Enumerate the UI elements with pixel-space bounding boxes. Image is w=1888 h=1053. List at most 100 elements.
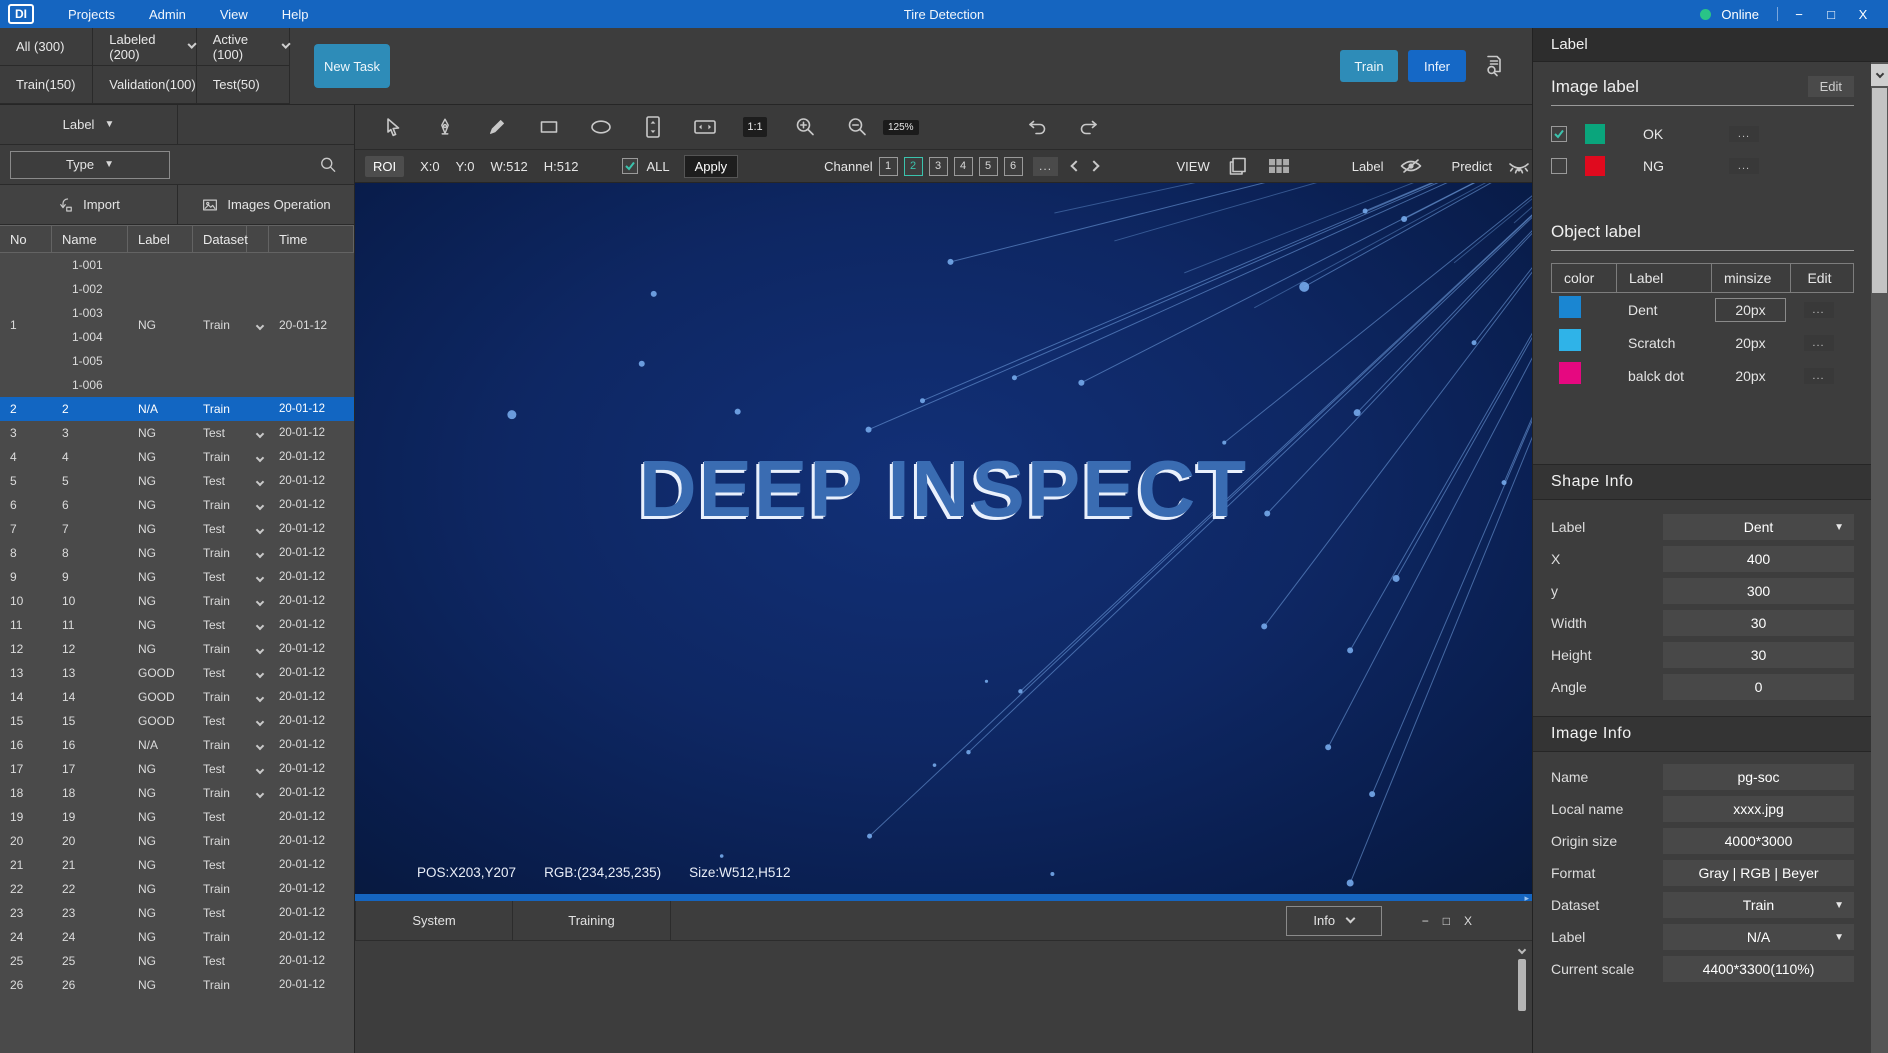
field-dropdown[interactable]: N/A ▼ — [1663, 924, 1854, 950]
fit-horizontal-icon[interactable] — [691, 113, 719, 141]
table-row[interactable]: 26 26 NG Train 20-01-12 — [0, 973, 354, 997]
table-row[interactable]: 18 18 NG Train 20-01-12 — [0, 781, 354, 805]
panel-close-button[interactable]: X — [1464, 914, 1472, 928]
table-row[interactable]: 20 20 NG Train 20-01-12 — [0, 829, 354, 853]
chevron-down-icon[interactable] — [255, 453, 265, 463]
chevron-down-icon[interactable] — [255, 429, 265, 439]
search-input[interactable] — [170, 145, 354, 184]
image-label-edit-button[interactable]: Edit — [1807, 76, 1854, 97]
group-name-item[interactable]: 1-006 — [62, 373, 128, 397]
image-label-checkbox[interactable] — [1551, 158, 1567, 174]
chevron-down-icon[interactable] — [255, 717, 265, 727]
canvas-horizontal-scrollbar[interactable]: ▸ — [355, 893, 1532, 903]
filter-labeled-200-[interactable]: Labeled (200) — [93, 28, 198, 66]
chevron-down-icon[interactable] — [255, 789, 265, 799]
train-button[interactable]: Train — [1340, 50, 1398, 82]
table-row[interactable]: 15 15 GOOD Test 20-01-12 — [0, 709, 354, 733]
chevron-down-icon[interactable] — [255, 765, 265, 775]
import-button[interactable]: Import — [0, 185, 178, 224]
more-options-button[interactable]: ... — [1803, 367, 1834, 384]
menu-view[interactable]: View — [220, 7, 248, 22]
tab-system[interactable]: System — [355, 901, 513, 940]
scrollbar-down-button[interactable] — [1871, 64, 1888, 86]
chevron-down-icon[interactable] — [255, 693, 265, 703]
group-name-item[interactable]: 1-005 — [62, 349, 128, 373]
channel-button-5[interactable]: 5 — [978, 156, 998, 176]
table-row[interactable]: 23 23 NG Test 20-01-12 — [0, 901, 354, 925]
group-name-item[interactable]: 1-001 — [62, 253, 128, 277]
filter-all-300-[interactable]: All (300) — [0, 28, 94, 66]
field-value[interactable]: 4000*3000 — [1663, 828, 1854, 854]
tab-training[interactable]: Training — [513, 901, 671, 940]
chevron-down-icon[interactable] — [255, 321, 265, 331]
channel-button-2[interactable]: 2 — [903, 156, 923, 176]
table-row[interactable]: 14 14 GOOD Train 20-01-12 — [0, 685, 354, 709]
pencil-icon[interactable] — [483, 113, 511, 141]
table-row[interactable]: 19 19 NG Test 20-01-12 — [0, 805, 354, 829]
grid-view-icon[interactable] — [1266, 155, 1292, 177]
cursor-icon[interactable] — [379, 113, 407, 141]
chevron-down-icon[interactable] — [255, 573, 265, 583]
menu-projects[interactable]: Projects — [68, 7, 115, 22]
image-label-checkbox[interactable] — [1551, 126, 1567, 142]
field-value[interactable]: 300 — [1663, 578, 1854, 604]
table-row[interactable]: 6 6 NG Train 20-01-12 — [0, 493, 354, 517]
field-value[interactable]: 4400*3300(110%) — [1663, 956, 1854, 982]
filter-active-100-[interactable]: Active (100) — [196, 28, 291, 66]
ellipse-icon[interactable] — [587, 113, 615, 141]
group-name-item[interactable]: 1-002 — [62, 277, 128, 301]
inspect-report-icon[interactable] — [1482, 53, 1506, 79]
minsize-input[interactable]: 20px — [1715, 297, 1786, 322]
more-options-button[interactable]: ... — [1803, 301, 1834, 318]
table-row[interactable]: 12 12 NG Train 20-01-12 — [0, 637, 354, 661]
table-row[interactable]: 11 11 NG Test 20-01-12 — [0, 613, 354, 637]
table-row[interactable]: 17 17 NG Test 20-01-12 — [0, 757, 354, 781]
zoom-out-icon[interactable] — [843, 113, 871, 141]
field-dropdown[interactable]: Train ▼ — [1663, 892, 1854, 918]
more-options-button[interactable]: ... — [1729, 158, 1759, 174]
object-label-row[interactable]: Dent 20px... — [1551, 293, 1854, 326]
minimize-button[interactable]: − — [1788, 7, 1810, 22]
table-row[interactable]: 22 22 NG Train 20-01-12 — [0, 877, 354, 901]
search-icon[interactable] — [318, 155, 338, 175]
channel-button-1[interactable]: 1 — [878, 156, 898, 176]
filter-train-150-[interactable]: Train(150) — [0, 66, 94, 104]
chevron-down-icon[interactable] — [255, 645, 265, 655]
table-group-row[interactable]: 1 1-001 1-002 1-003 1-004 1-005 1-006 NG Train 20… — [0, 253, 354, 397]
field-value[interactable]: 0 — [1663, 674, 1854, 700]
object-label-row[interactable]: balck dot 20px... — [1551, 359, 1854, 392]
table-row[interactable]: 16 16 N/A Train 20-01-12 — [0, 733, 354, 757]
filter-test-50-[interactable]: Test(50) — [196, 66, 290, 104]
table-row[interactable]: 10 10 NG Train 20-01-12 — [0, 589, 354, 613]
predict-visibility-eye-icon[interactable] — [1506, 155, 1532, 177]
pen-icon[interactable] — [431, 113, 459, 141]
images-operation-button[interactable]: Images Operation — [178, 185, 354, 224]
table-row[interactable]: 7 7 NG Test 20-01-12 — [0, 517, 354, 541]
table-row[interactable]: 4 4 NG Train 20-01-12 — [0, 445, 354, 469]
one-to-one-button[interactable]: 1:1 — [743, 117, 767, 137]
scrollbar-thumb[interactable] — [1872, 88, 1887, 293]
field-value[interactable]: 400 — [1663, 546, 1854, 572]
chevron-down-icon[interactable] — [255, 741, 265, 751]
chevron-down-icon[interactable] — [255, 525, 265, 535]
roi-button[interactable]: ROI — [365, 155, 405, 177]
channel-button-4[interactable]: 4 — [953, 156, 973, 176]
table-row[interactable]: 8 8 NG Train 20-01-12 — [0, 541, 354, 565]
table-row[interactable]: 25 25 NG Test 20-01-12 — [0, 949, 354, 973]
table-row[interactable]: 13 13 GOOD Test 20-01-12 — [0, 661, 354, 685]
field-value[interactable]: 30 — [1663, 642, 1854, 668]
label-visibility-eye-icon[interactable] — [1398, 155, 1424, 177]
channel-button-3[interactable]: 3 — [928, 156, 948, 176]
single-view-icon[interactable] — [1226, 154, 1250, 178]
table-row[interactable]: 9 9 NG Test 20-01-12 — [0, 565, 354, 589]
table-row[interactable]: 24 24 NG Train 20-01-12 — [0, 925, 354, 949]
panel-minimize-button[interactable]: − — [1422, 914, 1429, 928]
scrollbar-thumb[interactable] — [1518, 959, 1526, 1011]
maximize-button[interactable]: □ — [1820, 7, 1842, 22]
close-button[interactable]: X — [1852, 7, 1874, 22]
zoom-in-icon[interactable] — [791, 113, 819, 141]
right-panel-scrollbar[interactable] — [1871, 62, 1888, 1053]
rectangle-icon[interactable] — [535, 113, 563, 141]
label-filter-dropdown[interactable]: Label ▼ — [0, 105, 178, 144]
chevron-down-icon[interactable] — [255, 501, 265, 511]
